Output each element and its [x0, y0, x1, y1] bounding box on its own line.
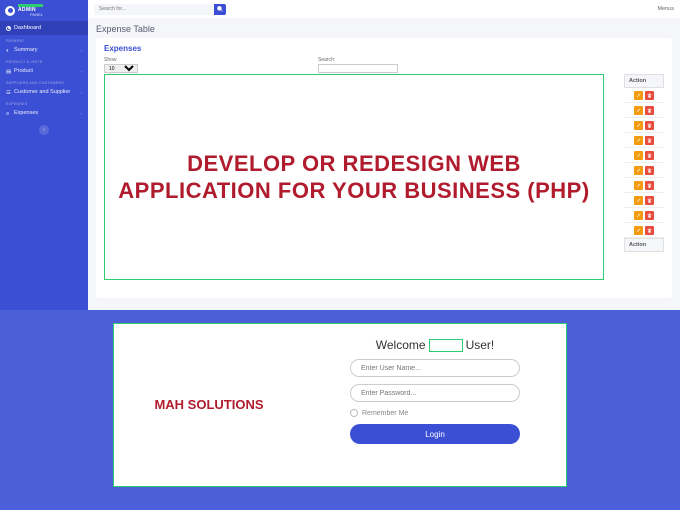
- page-title: Expense Table: [96, 24, 672, 34]
- topbar: Menus: [88, 0, 680, 18]
- action-column: Action Action: [624, 74, 664, 252]
- action-footer: Action: [624, 238, 664, 252]
- sidebar-item-dashboard[interactable]: Dashboard: [0, 21, 88, 35]
- brand-subtitle: PANEL: [30, 13, 43, 17]
- welcome-highlight-box: [429, 339, 463, 352]
- edit-button[interactable]: [634, 151, 643, 160]
- sidebar: ADMIN PANEL Dashboard PAYMENT ◐ Summary …: [0, 0, 88, 310]
- product-icon: ▤: [6, 69, 11, 74]
- expense-card: Expenses Show 10 entries Search: DEVELOP…: [96, 38, 672, 298]
- table-row-actions: [624, 163, 664, 178]
- logo-icon: [5, 6, 15, 16]
- remember-label: Remember Me: [362, 410, 408, 417]
- edit-button[interactable]: [634, 211, 643, 220]
- table-row-actions: [624, 193, 664, 208]
- edit-button[interactable]: [634, 106, 643, 115]
- edit-button[interactable]: [634, 91, 643, 100]
- sidebar-section-product: PRODUCT & UNITS: [0, 56, 88, 65]
- card-title: Expenses: [104, 44, 664, 53]
- login-button[interactable]: Login: [350, 424, 520, 444]
- content: Expense Table Expenses Show 10 entries S…: [88, 18, 680, 310]
- sidebar-item-expenses[interactable]: ≡ Expenses ›: [0, 107, 88, 119]
- table-row-actions: [624, 133, 664, 148]
- sidebar-section-expenses: EXPENSES: [0, 98, 88, 107]
- main-area: Menus Expense Table Expenses Show 10 ent…: [88, 0, 680, 310]
- login-brand-text: MAH SOLUTIONS: [154, 397, 263, 414]
- sidebar-item-label: Product: [14, 68, 33, 74]
- sidebar-item-label: Customer and Supplier: [14, 89, 70, 95]
- delete-button[interactable]: [645, 196, 654, 205]
- table-row-actions: [624, 208, 664, 223]
- table-row-actions: [624, 103, 664, 118]
- users-icon: ☰: [6, 90, 11, 95]
- table-row-actions: [624, 148, 664, 163]
- edit-button[interactable]: [634, 121, 643, 130]
- delete-button[interactable]: [645, 226, 654, 235]
- admin-app-panel: ADMIN PANEL Dashboard PAYMENT ◐ Summary …: [0, 0, 680, 310]
- login-panel: MAH SOLUTIONS Welcome User! Remember Me …: [113, 323, 567, 487]
- edit-button[interactable]: [634, 181, 643, 190]
- search-input[interactable]: [94, 4, 214, 15]
- delete-button[interactable]: [645, 91, 654, 100]
- delete-button[interactable]: [645, 181, 654, 190]
- sidebar-section-suppliers: SUPPLIERS AND CUSTOMERS: [0, 77, 88, 86]
- table-search-input[interactable]: [318, 64, 398, 73]
- welcome-post: User!: [466, 338, 495, 352]
- sidebar-section-payment: PAYMENT: [0, 35, 88, 44]
- remember-checkbox[interactable]: [350, 409, 358, 417]
- delete-button[interactable]: [645, 121, 654, 130]
- promo-headline: DEVELOP OR REDESIGN WEB APPLICATION FOR …: [115, 150, 593, 205]
- sidebar-logo: ADMIN PANEL: [0, 0, 88, 21]
- dashboard-icon: [6, 26, 11, 31]
- summary-icon: ◐: [6, 48, 11, 53]
- expenses-icon: ≡: [6, 111, 11, 116]
- sidebar-collapse-button[interactable]: ‹: [39, 125, 49, 135]
- sidebar-item-label: Expenses: [14, 110, 38, 116]
- search-icon: [217, 6, 223, 12]
- show-label: Show: [104, 57, 138, 63]
- action-header: Action: [624, 74, 664, 88]
- password-field[interactable]: [350, 384, 520, 402]
- table-row-actions: [624, 118, 664, 133]
- search-label: Search:: [318, 57, 398, 63]
- edit-button[interactable]: [634, 136, 643, 145]
- username-field[interactable]: [350, 359, 520, 377]
- table-row-actions: [624, 88, 664, 103]
- menus-link[interactable]: Menus: [657, 6, 674, 12]
- sidebar-item-product[interactable]: ▤ Product ›: [0, 65, 88, 77]
- welcome-pre: Welcome: [376, 338, 426, 352]
- sidebar-item-label: Summary: [14, 47, 38, 53]
- delete-button[interactable]: [645, 151, 654, 160]
- sidebar-item-summary[interactable]: ◐ Summary ›: [0, 44, 88, 56]
- edit-button[interactable]: [634, 196, 643, 205]
- promo-overlay: DEVELOP OR REDESIGN WEB APPLICATION FOR …: [104, 74, 604, 280]
- welcome-heading: Welcome User!: [376, 338, 494, 352]
- login-brand-area: MAH SOLUTIONS: [114, 324, 304, 486]
- delete-button[interactable]: [645, 166, 654, 175]
- entries-select[interactable]: 10: [104, 64, 138, 73]
- delete-button[interactable]: [645, 106, 654, 115]
- table-row-actions: [624, 178, 664, 193]
- chevron-right-icon: ›: [81, 69, 82, 74]
- chevron-right-icon: ›: [81, 111, 82, 116]
- edit-button[interactable]: [634, 166, 643, 175]
- chevron-right-icon: ›: [81, 90, 82, 95]
- search-wrap: [94, 4, 226, 15]
- delete-button[interactable]: [645, 136, 654, 145]
- remember-me-row[interactable]: Remember Me: [350, 409, 520, 417]
- table-row-actions: [624, 223, 664, 238]
- delete-button[interactable]: [645, 211, 654, 220]
- sidebar-item-label: Dashboard: [14, 25, 41, 31]
- login-form: Welcome User! Remember Me Login: [304, 324, 566, 486]
- search-button[interactable]: [214, 4, 226, 15]
- chevron-right-icon: ›: [81, 48, 82, 53]
- edit-button[interactable]: [634, 226, 643, 235]
- sidebar-item-customer-supplier[interactable]: ☰ Customer and Supplier ›: [0, 86, 88, 98]
